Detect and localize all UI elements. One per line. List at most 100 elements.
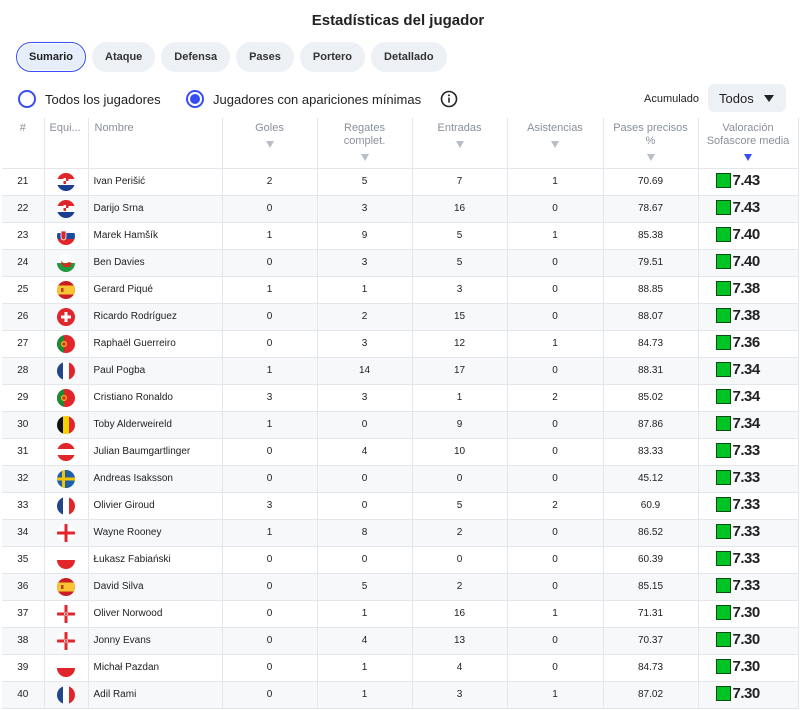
team-cell — [44, 168, 89, 196]
tab-defensa[interactable]: Defensa — [161, 42, 231, 72]
assists-cell: 0 — [507, 276, 604, 304]
table-row[interactable]: 39 Michał Pazdan 0 1 4 0 84.73 7.30 — [2, 654, 799, 682]
table-row[interactable]: 25 Gerard Piqué 1 1 3 0 88.85 7.38 — [2, 276, 799, 304]
goals-cell: 1 — [222, 411, 318, 439]
period-select[interactable]: Todos — [708, 84, 786, 112]
table-row[interactable]: 24 Ben Davies 0 3 5 0 79.51 7.40 — [2, 249, 799, 277]
table-row[interactable]: 37 Oliver Norwood 0 1 16 1 71.31 7.30 — [2, 600, 799, 628]
pass-pct-cell: 85.38 — [603, 222, 699, 250]
goals-cell: 0 — [222, 573, 318, 601]
rank-cell: 25 — [2, 276, 45, 304]
poland-flag-icon — [57, 550, 75, 569]
dribbles-cell: 1 — [317, 276, 413, 304]
england-flag-icon — [57, 523, 75, 542]
player-name-cell[interactable]: Łukasz Fabiański — [88, 546, 223, 574]
pass-pct-cell: 86.52 — [603, 519, 699, 547]
player-name-cell[interactable]: Wayne Rooney — [88, 519, 223, 547]
player-name-cell[interactable]: Paul Pogba — [88, 357, 223, 385]
player-name-cell[interactable]: Cristiano Ronaldo — [88, 384, 223, 412]
pass-pct-cell: 79.51 — [603, 249, 699, 277]
rating-badge — [715, 389, 731, 404]
assists-cell: 0 — [507, 195, 604, 223]
table-row[interactable]: 34 Wayne Rooney 1 8 2 0 86.52 7.33 — [2, 519, 799, 547]
player-name-cell[interactable]: Gerard Piqué — [88, 276, 223, 304]
table-row[interactable]: 29 Cristiano Ronaldo 3 3 1 2 85.02 7.34 — [2, 384, 799, 412]
rating-value: 7.30 — [732, 604, 761, 621]
tackles-cell: 1 — [412, 384, 508, 412]
table-row[interactable]: 23 Marek Hamšík 1 9 5 1 85.38 7.40 — [2, 222, 799, 250]
player-name-cell[interactable]: Darijo Srna — [88, 195, 223, 223]
header-assists[interactable]: Asistencias — [507, 118, 604, 169]
info-icon[interactable] — [440, 90, 458, 108]
pass-pct-cell: 88.85 — [603, 276, 699, 304]
header-pass-pct[interactable]: Pases precisos % — [603, 118, 699, 169]
team-cell — [44, 519, 89, 547]
table-row[interactable]: 35 Łukasz Fabiański 0 0 0 0 60.39 7.33 — [2, 546, 799, 574]
table-row[interactable]: 40 Adil Rami 0 1 3 1 87.02 7.30 — [2, 681, 799, 709]
sort-icon — [551, 141, 559, 148]
tab-detallado[interactable]: Detallado — [371, 42, 447, 72]
dribbles-cell: 8 — [317, 519, 413, 547]
rating-badge — [715, 254, 731, 269]
player-name-cell[interactable]: Olivier Giroud — [88, 492, 223, 520]
player-name-cell[interactable]: Toby Alderweireld — [88, 411, 223, 439]
player-name-cell[interactable]: Michał Pazdan — [88, 654, 223, 682]
chevron-down-icon — [764, 95, 774, 102]
radio-min-apps[interactable]: Jugadores con apariciones mínimas — [186, 90, 421, 108]
radio-all-players[interactable]: Todos los jugadores — [18, 90, 161, 108]
tab-sumario[interactable]: Sumario — [16, 42, 87, 72]
header-rating[interactable]: Valoración Sofascore media — [698, 118, 799, 169]
table-row[interactable]: 21 Ivan Perišić 2 5 7 1 70.69 7.43 — [2, 168, 799, 196]
player-name-cell[interactable]: Ricardo Rodríguez — [88, 303, 223, 331]
player-name-cell[interactable]: Jonny Evans — [88, 627, 223, 655]
tab-pases[interactable]: Pases — [236, 42, 294, 72]
rating-value: 7.40 — [732, 226, 761, 243]
tab-ataque[interactable]: Ataque — [92, 42, 156, 72]
player-name-cell[interactable]: Adil Rami — [88, 681, 223, 709]
header-tackles[interactable]: Entradas — [412, 118, 508, 169]
player-name-cell[interactable]: Marek Hamšík — [88, 222, 223, 250]
rank-cell: 31 — [2, 438, 45, 466]
table-row[interactable]: 32 Andreas Isaksson 0 0 0 0 45.12 7.33 — [2, 465, 799, 493]
table-row[interactable]: 26 Ricardo Rodríguez 0 2 15 0 88.07 7.38 — [2, 303, 799, 331]
table-row[interactable]: 33 Olivier Giroud 3 0 5 2 60.9 7.33 — [2, 492, 799, 520]
rating-value: 7.30 — [732, 685, 761, 702]
table-row[interactable]: 31 Julian Baumgartlinger 0 4 10 0 83.33 7.33 — [2, 438, 799, 466]
assists-cell: 2 — [507, 384, 604, 412]
rank-cell: 35 — [2, 546, 45, 574]
rank-cell: 21 — [2, 168, 45, 196]
table-row[interactable]: 22 Darijo Srna 0 3 16 0 78.67 7.43 — [2, 195, 799, 223]
rating-value: 7.30 — [732, 658, 761, 675]
player-name-cell[interactable]: Julian Baumgartlinger — [88, 438, 223, 466]
team-cell — [44, 600, 89, 628]
table-row[interactable]: 38 Jonny Evans 0 4 13 0 70.37 7.30 — [2, 627, 799, 655]
table-row[interactable]: 27 Raphaël Guerreiro 0 3 12 1 84.73 7.36 — [2, 330, 799, 358]
rating-badge — [715, 362, 731, 377]
goals-cell: 0 — [222, 330, 318, 358]
dribbles-cell: 0 — [317, 546, 413, 574]
dribbles-cell: 3 — [317, 195, 413, 223]
tackles-cell: 15 — [412, 303, 508, 331]
header-dribbles[interactable]: Regates complet. — [317, 118, 413, 169]
player-name-cell[interactable]: David Silva — [88, 573, 223, 601]
pass-pct-cell: 85.02 — [603, 384, 699, 412]
table-row[interactable]: 30 Toby Alderweireld 1 0 9 0 87.86 7.34 — [2, 411, 799, 439]
tackles-cell: 17 — [412, 357, 508, 385]
team-cell — [44, 411, 89, 439]
rank-cell: 39 — [2, 654, 45, 682]
table-row[interactable]: 28 Paul Pogba 1 14 17 0 88.31 7.34 — [2, 357, 799, 385]
player-name-cell[interactable]: Raphaël Guerreiro — [88, 330, 223, 358]
player-name-cell[interactable]: Oliver Norwood — [88, 600, 223, 628]
player-name-cell[interactable]: Andreas Isaksson — [88, 465, 223, 493]
player-name-cell[interactable]: Ivan Perišić — [88, 168, 223, 196]
header-name: Nombre — [88, 118, 223, 169]
spain-flag-icon — [57, 577, 75, 596]
rank-cell: 32 — [2, 465, 45, 493]
pass-pct-cell: 88.31 — [603, 357, 699, 385]
player-name-cell[interactable]: Ben Davies — [88, 249, 223, 277]
header-goals[interactable]: Goles — [222, 118, 318, 169]
dribbles-cell: 9 — [317, 222, 413, 250]
table-row[interactable]: 36 David Silva 0 5 2 0 85.15 7.33 — [2, 573, 799, 601]
sort-icon — [646, 154, 655, 161]
tab-portero[interactable]: Portero — [299, 42, 366, 72]
